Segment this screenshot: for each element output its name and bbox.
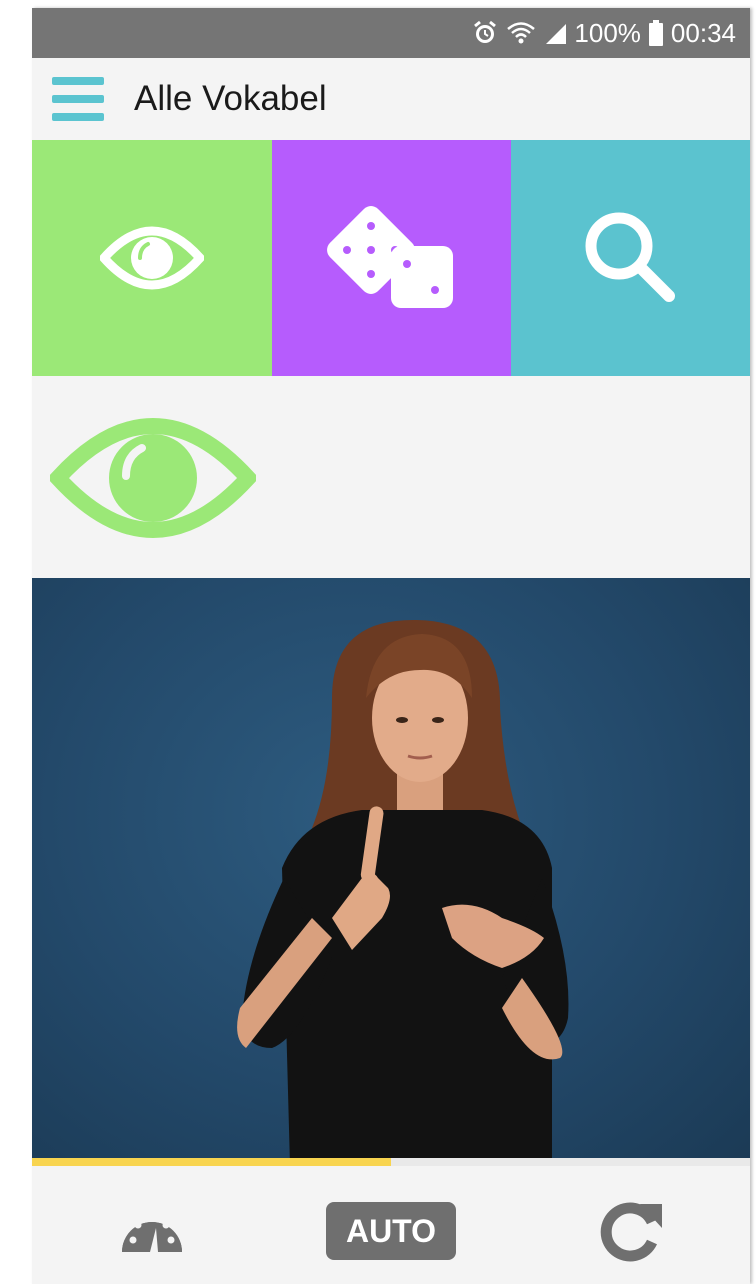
video-progress-bar <box>32 1158 750 1166</box>
repeat-button[interactable] <box>598 1196 664 1262</box>
speed-button[interactable] <box>120 1200 184 1258</box>
eye-icon <box>50 418 256 538</box>
repeat-icon <box>600 1202 662 1262</box>
search-mode-tile[interactable] <box>511 140 750 376</box>
clock: 00:34 <box>670 17 736 48</box>
status-bar: 100% 00:34 <box>32 8 750 58</box>
battery-icon <box>648 20 663 46</box>
dice-icon <box>326 206 453 308</box>
video-progress-fill <box>32 1158 391 1166</box>
app-bar: Alle Vokabel <box>32 58 750 140</box>
signal-icon <box>544 22 567 44</box>
page-title: Alle Vokabel <box>134 79 327 118</box>
battery-percent: 100% <box>574 17 641 48</box>
wifi-icon <box>506 21 536 45</box>
view-mode-tile[interactable] <box>32 140 272 376</box>
hamburger-menu-icon[interactable] <box>52 77 104 121</box>
sign-video[interactable] <box>32 578 750 1166</box>
alarm-icon <box>472 20 498 46</box>
playback-controls: AUTO <box>32 1166 750 1284</box>
auto-play-button[interactable]: AUTO <box>326 1202 456 1260</box>
current-mode-indicator <box>32 376 750 578</box>
random-mode-tile[interactable] <box>272 140 511 376</box>
signer-video-frame <box>237 619 569 1166</box>
speedometer-icon <box>122 1214 182 1252</box>
eye-icon <box>100 226 204 290</box>
app-screen: 100% 00:34 Alle Vokabel AUTO <box>32 8 750 1284</box>
mode-tiles <box>32 140 750 376</box>
search-icon <box>585 212 675 302</box>
